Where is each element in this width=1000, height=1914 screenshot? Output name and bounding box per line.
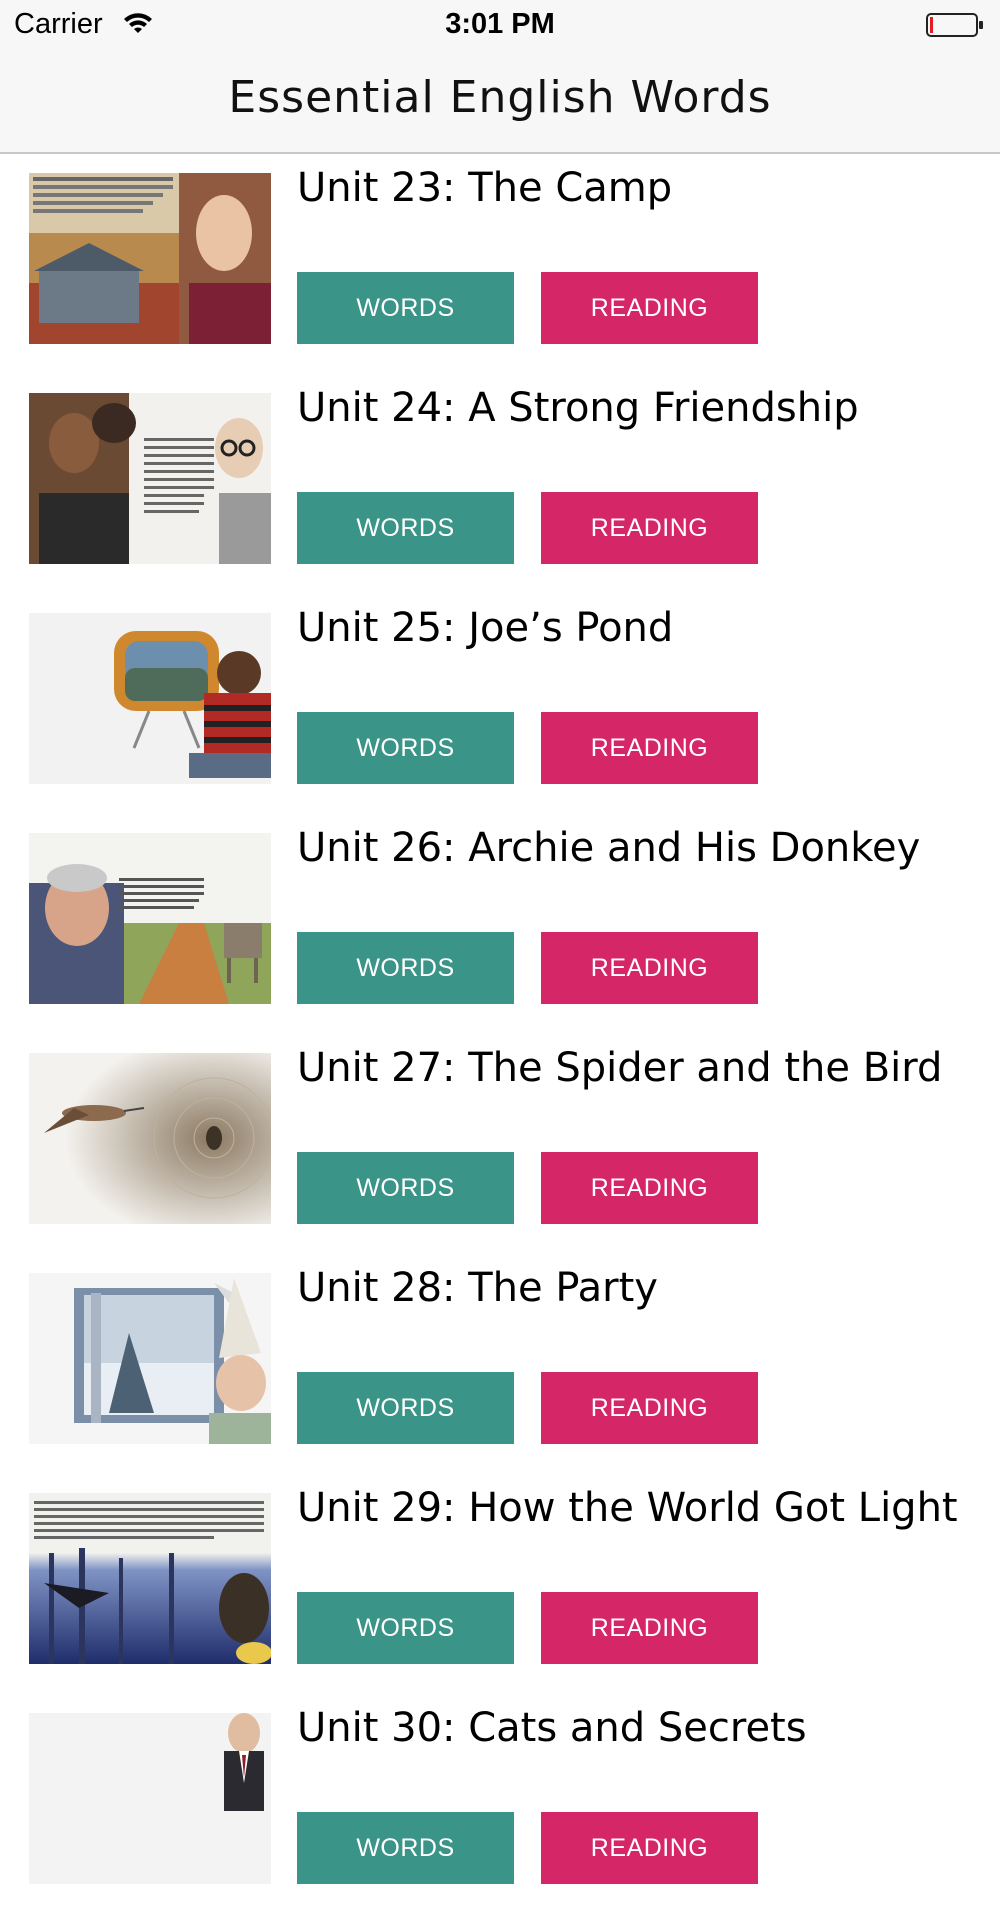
window-party-hat-image	[29, 1273, 271, 1444]
battery-icon	[926, 13, 983, 37]
list-item[interactable]: Unit 28: The Party WORDS READING	[0, 1254, 1000, 1474]
cabin-girl-image	[29, 173, 271, 344]
reading-button[interactable]: READING	[541, 1592, 758, 1664]
reading-button[interactable]: READING	[541, 492, 758, 564]
unit-title: Unit 29: How the World Got Light	[297, 1485, 958, 1531]
words-button[interactable]: WORDS	[297, 1372, 514, 1444]
words-button[interactable]: WORDS	[297, 712, 514, 784]
man-suit-image	[29, 1713, 271, 1884]
unit-title: Unit 30: Cats and Secrets	[297, 1705, 807, 1751]
bird-spider-image	[29, 1053, 271, 1224]
list-item[interactable]: Unit 30: Cats and Secrets WORDS READING	[0, 1694, 1000, 1914]
list-item[interactable]: Unit 25: Joe’s Pond WORDS READING	[0, 594, 1000, 814]
tv-boy-image	[29, 613, 271, 784]
reading-button[interactable]: READING	[541, 1152, 758, 1224]
list-item[interactable]: Unit 26: Archie and His Donkey WORDS REA…	[0, 814, 1000, 1034]
reading-button[interactable]: READING	[541, 1372, 758, 1444]
words-button[interactable]: WORDS	[297, 1592, 514, 1664]
strongman-boy-image	[29, 393, 271, 564]
reading-button[interactable]: READING	[541, 1812, 758, 1884]
list-item[interactable]: Unit 29: How the World Got Light WORDS R…	[0, 1474, 1000, 1694]
forest-raven-image	[29, 1493, 271, 1664]
page-title: Essential English Words	[228, 72, 772, 123]
man-donkey-image	[29, 833, 271, 1004]
words-button[interactable]: WORDS	[297, 1152, 514, 1224]
unit-title: Unit 25: Joe’s Pond	[297, 605, 674, 651]
reading-button[interactable]: READING	[541, 932, 758, 1004]
navigation-bar: Essential English Words	[0, 50, 1000, 154]
reading-button[interactable]: READING	[541, 712, 758, 784]
words-button[interactable]: WORDS	[297, 492, 514, 564]
unit-title: Unit 28: The Party	[297, 1265, 658, 1311]
unit-title: Unit 23: The Camp	[297, 165, 673, 211]
words-button[interactable]: WORDS	[297, 932, 514, 1004]
list-item[interactable]: Unit 27: The Spider and the Bird WORDS R…	[0, 1034, 1000, 1254]
status-time: 3:01 PM	[445, 8, 555, 40]
unit-title: Unit 26: Archie and His Donkey	[297, 825, 921, 871]
words-button[interactable]: WORDS	[297, 1812, 514, 1884]
words-button[interactable]: WORDS	[297, 272, 514, 344]
unit-title: Unit 27: The Spider and the Bird	[297, 1045, 943, 1091]
status-bar: Carrier 3:01 PM	[0, 0, 1000, 50]
list-item[interactable]: Unit 23: The Camp WORDS READING	[0, 154, 1000, 374]
unit-title: Unit 24: A Strong Friendship	[297, 385, 859, 431]
list-item[interactable]: Unit 24: A Strong Friendship WORDS READI…	[0, 374, 1000, 594]
reading-button[interactable]: READING	[541, 272, 758, 344]
